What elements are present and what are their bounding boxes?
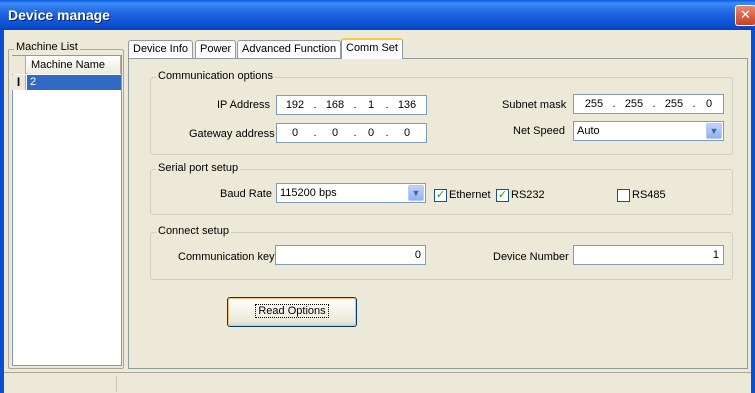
subnet-octet-2: 255 xyxy=(624,98,644,110)
chevron-down-icon[interactable]: ▼ xyxy=(706,123,722,139)
subnet-octet-3: 255 xyxy=(664,98,684,110)
check-icon: ✓ xyxy=(435,189,446,201)
gateway-address-label: Gateway address xyxy=(189,128,275,140)
machine-list-header: Machine Name xyxy=(12,56,121,74)
machine-list-caption: Machine List xyxy=(14,41,80,53)
read-options-button[interactable]: Read Options xyxy=(227,297,357,327)
close-icon: ✕ xyxy=(740,7,751,22)
subnet-mask-input[interactable]: 255 . 255 . 255 . 0 xyxy=(573,94,724,114)
ip-octet-2: 168 xyxy=(325,99,345,111)
tab-advanced-function[interactable]: Advanced Function xyxy=(237,40,342,58)
net-speed-label: Net Speed xyxy=(513,125,565,137)
ip-address-label: IP Address xyxy=(217,99,270,111)
tab-comm-set[interactable]: Comm Set xyxy=(341,38,403,59)
tab-power[interactable]: Power xyxy=(195,40,237,58)
ip-octet-1: 192 xyxy=(285,99,305,111)
ip-dot: . xyxy=(385,99,389,111)
subnet-octet-4: 0 xyxy=(705,98,713,110)
connect-setup-caption: Connect setup xyxy=(156,225,231,237)
gateway-octet-2: 0 xyxy=(331,127,339,139)
status-bar xyxy=(4,372,751,393)
serial-port-caption: Serial port setup xyxy=(156,162,241,174)
title-bar: Device manage xyxy=(0,0,755,30)
chevron-down-icon[interactable]: ▼ xyxy=(408,185,424,201)
rs485-label: RS485 xyxy=(632,189,666,201)
row-cursor-icon: I xyxy=(12,75,26,90)
machine-list-corner xyxy=(12,56,26,74)
baud-rate-label: Baud Rate xyxy=(220,188,272,200)
net-speed-value: Auto xyxy=(577,125,600,137)
ip-address-input[interactable]: 192 . 168 . 1 . 136 xyxy=(276,95,427,115)
ip-dot: . xyxy=(353,99,357,111)
net-speed-select[interactable]: Auto ▼ xyxy=(573,121,724,141)
machine-name-cell[interactable]: 2 xyxy=(27,75,121,90)
baud-rate-value: 115200 bps xyxy=(280,187,337,199)
gateway-octet-4: 0 xyxy=(403,127,411,139)
rs232-checkbox[interactable]: ✓ xyxy=(496,189,509,202)
check-icon: ✓ xyxy=(497,189,508,201)
machine-list-row[interactable]: I 2 xyxy=(12,75,121,90)
read-options-label: Read Options xyxy=(255,304,329,318)
close-button[interactable]: ✕ xyxy=(735,5,755,26)
tab-device-info[interactable]: Device Info xyxy=(128,40,194,58)
gateway-dot: . xyxy=(353,127,357,139)
subnet-dot: . xyxy=(612,98,616,110)
ethernet-checkbox[interactable]: ✓ xyxy=(434,189,447,202)
gateway-octet-1: 0 xyxy=(291,127,299,139)
window-title: Device manage xyxy=(8,7,110,23)
subnet-mask-label: Subnet mask xyxy=(502,99,567,111)
comm-set-panel: Communication options IP Address 192 . 1… xyxy=(128,58,748,369)
ip-dot: . xyxy=(313,99,317,111)
rs485-checkbox[interactable] xyxy=(617,189,630,202)
window-frame-right xyxy=(751,30,755,393)
device-number-input[interactable]: 1 xyxy=(573,245,724,265)
window-frame-left xyxy=(0,30,4,393)
subnet-dot: . xyxy=(652,98,656,110)
ethernet-label: Ethernet xyxy=(449,189,491,201)
communication-key-input[interactable]: 0 xyxy=(275,245,426,265)
communication-options-caption: Communication options xyxy=(156,70,275,82)
gateway-octet-3: 0 xyxy=(367,127,375,139)
ip-octet-4: 136 xyxy=(397,99,417,111)
communication-key-label: Communication key xyxy=(178,251,275,263)
machine-list[interactable] xyxy=(12,55,122,366)
gateway-dot: . xyxy=(313,127,317,139)
communication-options-group xyxy=(150,77,733,155)
machine-name-column-header[interactable]: Machine Name xyxy=(27,56,121,74)
gateway-address-input[interactable]: 0 . 0 . 0 . 0 xyxy=(276,123,427,143)
rs232-label: RS232 xyxy=(511,189,545,201)
status-bar-divider xyxy=(116,376,117,392)
ip-octet-3: 1 xyxy=(367,99,375,111)
device-number-label: Device Number xyxy=(493,251,569,263)
gateway-dot: . xyxy=(385,127,389,139)
subnet-octet-1: 255 xyxy=(584,98,604,110)
baud-rate-select[interactable]: 115200 bps ▼ xyxy=(276,183,426,203)
